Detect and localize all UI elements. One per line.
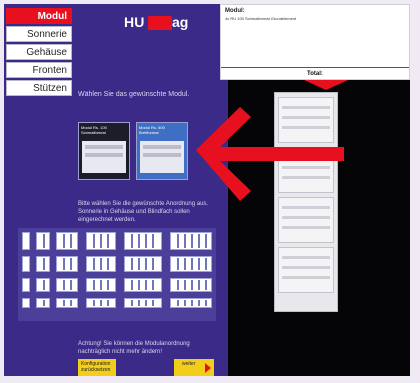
arrangement-option[interactable] [86,232,116,250]
configurator-frame: Modul Sonnerie Gehäuse Fronten Stützen H… [4,4,410,376]
arrangement-option[interactable] [170,256,212,272]
preview-module [278,247,334,293]
module-preview [82,141,126,173]
warning-text: Achtung! Sie können die Modulanordnung n… [78,341,190,355]
arrangement-option[interactable] [86,278,116,292]
tab-stuetzen[interactable]: Stützen [6,80,72,96]
modul-label: Modul: [225,8,245,14]
brand-logo: HU ag [124,14,196,32]
next-label: weiter [182,361,196,367]
total-label: Total: [307,71,323,77]
arrangement-option[interactable] [56,232,78,250]
tab-modul[interactable]: Modul [6,8,72,24]
summary-panel: Modul: 4x RU 100 Schmalformat Grundeleme… [220,4,410,80]
reset-configuration-button[interactable]: Konfiguration zurücksetzen [78,359,116,376]
module-option-schmal[interactable]: Modul Rs. 100 Schmalformat [78,122,130,180]
play-arrow-icon [205,363,211,373]
arrangement-option[interactable] [170,298,212,308]
logo-text-right: ag [172,14,189,30]
preview-module [278,197,334,243]
arrangement-option[interactable] [22,278,30,292]
arrangement-option[interactable] [22,256,30,272]
arrangement-option[interactable] [124,256,162,272]
modul-value: 4x RU 100 Schmalformat Grundelement [225,16,297,21]
arrangement-grid [18,228,216,321]
tab-sonnerie[interactable]: Sonnerie [6,26,72,42]
arrangement-option[interactable] [22,298,30,308]
arrangement-option[interactable] [124,232,162,250]
preview-module [278,147,334,193]
next-button[interactable]: weiter [174,359,214,376]
arrangement-option[interactable] [36,256,50,272]
preview-module [278,97,334,143]
arrangement-option[interactable] [170,232,212,250]
preview-slot [143,153,181,157]
arrangement-option[interactable] [56,298,78,308]
arrangement-option[interactable] [86,256,116,272]
tab-fronten[interactable]: Fronten [6,62,72,78]
arrangement-option[interactable] [36,278,50,292]
arrangement-option[interactable] [36,298,50,308]
arrangement-option[interactable] [124,298,162,308]
module-caption: Modul Rs. 100 Schmalformat [81,125,107,135]
arrangement-option[interactable] [56,256,78,272]
preview-slot [85,153,123,157]
tab-gehaeuse[interactable]: Gehäuse [6,44,72,60]
arrangement-option[interactable] [124,278,162,292]
arrangement-instruction: Bitte wählen Sie die gewünschte Anordnun… [78,201,209,223]
logo-mark [148,16,172,30]
preview-slot [143,145,181,149]
module-preview [140,141,184,173]
arrangement-option[interactable] [86,298,116,308]
arrangement-option[interactable] [22,232,30,250]
configuration-panel: Modul Sonnerie Gehäuse Fronten Stützen H… [4,4,228,376]
module-caption: Modul Rs. 600 Breitformat [139,125,165,135]
arrangement-option[interactable] [56,278,78,292]
arrangement-option[interactable] [170,278,212,292]
logo-text-left: HU [124,14,145,30]
preview-slot [85,145,123,149]
module-preview-column [274,92,338,312]
select-module-instruction: Wählen Sie das gewünschte Modul. [78,91,190,98]
module-option-breit[interactable]: Modul Rs. 600 Breitformat [136,122,188,180]
arrangement-option[interactable] [36,232,50,250]
